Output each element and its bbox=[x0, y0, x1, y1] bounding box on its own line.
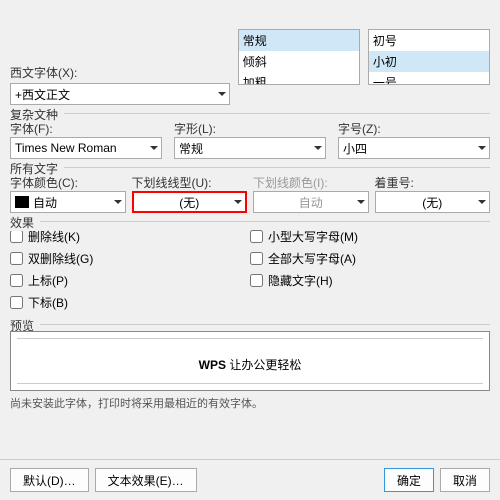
chevron-down-icon bbox=[478, 146, 486, 150]
font-color-value: 自动 bbox=[33, 194, 57, 211]
complex-style-value: 常规 bbox=[179, 140, 203, 157]
dblstrike-checkbox[interactable]: 双删除线(G) bbox=[10, 250, 250, 267]
hidden-checkbox[interactable]: 隐藏文字(H) bbox=[250, 272, 490, 289]
color-swatch bbox=[15, 196, 29, 208]
complex-size-label: 字号(Z): bbox=[338, 122, 381, 136]
chevron-down-icon bbox=[114, 200, 122, 204]
alltext-title: 所有文字 bbox=[10, 160, 64, 177]
preview-section: 预览 WPS 让办公更轻松 尚未安装此字体，打印时将采用最相近的有效字体。 bbox=[10, 324, 490, 411]
underline-color-combo: 自动 bbox=[253, 191, 369, 213]
chevron-down-icon bbox=[478, 200, 486, 204]
chevron-down-icon bbox=[218, 92, 226, 96]
complex-style-combo[interactable]: 常规 bbox=[174, 137, 326, 159]
emphasis-value: (无) bbox=[422, 194, 442, 211]
complex-style-label: 字形(L): bbox=[174, 122, 216, 136]
underline-label: 下划线线型(U): bbox=[132, 176, 212, 190]
list-item[interactable]: 小初 bbox=[369, 51, 489, 72]
font-color-label: 字体颜色(C): bbox=[10, 176, 78, 190]
underline-color-value: 自动 bbox=[299, 194, 323, 211]
western-font-combo[interactable]: +西文正文 bbox=[10, 83, 230, 105]
complex-size-value: 小四 bbox=[343, 140, 367, 157]
chevron-down-icon bbox=[150, 146, 158, 150]
complex-font-combo[interactable]: Times New Roman bbox=[10, 137, 162, 159]
chevron-down-icon bbox=[234, 200, 242, 204]
underline-combo[interactable]: (无) bbox=[132, 191, 248, 213]
list-item[interactable]: 倾斜 bbox=[239, 51, 359, 72]
western-font-value: +西文正文 bbox=[15, 86, 70, 103]
preview-text: WPS 让办公更轻松 bbox=[199, 345, 302, 377]
complex-section: 复杂文种 字体(F): Times New Roman 字形(L): 常规 字号… bbox=[10, 113, 490, 159]
superscript-checkbox[interactable]: 上标(P) bbox=[10, 272, 250, 289]
size-listbox[interactable]: 初号 小初 一号 bbox=[368, 29, 490, 85]
emphasis-label: 着重号: bbox=[375, 176, 414, 190]
allcaps-checkbox[interactable]: 全部大写字母(A) bbox=[250, 250, 490, 267]
complex-font-value: Times New Roman bbox=[15, 141, 117, 155]
default-button[interactable]: 默认(D)… bbox=[10, 468, 89, 492]
preview-note: 尚未安装此字体，打印时将采用最相近的有效字体。 bbox=[10, 395, 490, 411]
effects-title: 效果 bbox=[10, 214, 40, 231]
complex-size-combo[interactable]: 小四 bbox=[338, 137, 490, 159]
font-color-combo[interactable]: 自动 bbox=[10, 191, 126, 213]
complex-font-label: 字体(F): bbox=[10, 122, 53, 136]
strike-checkbox[interactable]: 删除线(K) bbox=[10, 228, 250, 245]
cancel-button[interactable]: 取消 bbox=[440, 468, 490, 492]
list-item[interactable]: 加粗 bbox=[239, 72, 359, 85]
text-effect-button[interactable]: 文本效果(E)… bbox=[95, 468, 197, 492]
western-font-label: 西文字体(X): bbox=[10, 64, 230, 81]
alltext-section: 所有文字 字体颜色(C): 自动 下划线线型(U): (无) 下划线颜色(I): bbox=[10, 167, 490, 213]
list-item[interactable]: 一号 bbox=[369, 72, 489, 85]
font-dialog: 西文字体(X): +西文正文 常规 倾斜 加粗 初号 小初 一号 复杂文种 bbox=[0, 0, 500, 419]
list-item[interactable]: 初号 bbox=[369, 30, 489, 51]
list-item[interactable]: 常规 bbox=[239, 30, 359, 51]
underline-value: (无) bbox=[179, 194, 199, 211]
complex-title: 复杂文种 bbox=[10, 106, 64, 123]
ok-button[interactable]: 确定 bbox=[384, 468, 434, 492]
effects-section: 效果 删除线(K) 双删除线(G) 上标(P) 下标(B) 小型大写字母(M) … bbox=[10, 221, 490, 316]
preview-box: WPS 让办公更轻松 bbox=[10, 331, 490, 391]
underline-color-label: 下划线颜色(I): bbox=[253, 176, 328, 190]
chevron-down-icon bbox=[357, 200, 365, 204]
emphasis-combo[interactable]: (无) bbox=[375, 191, 491, 213]
dialog-footer: 默认(D)… 文本效果(E)… 确定 取消 bbox=[0, 459, 500, 500]
smallcaps-checkbox[interactable]: 小型大写字母(M) bbox=[250, 228, 490, 245]
chevron-down-icon bbox=[314, 146, 322, 150]
subscript-checkbox[interactable]: 下标(B) bbox=[10, 294, 250, 311]
style-listbox[interactable]: 常规 倾斜 加粗 bbox=[238, 29, 360, 85]
